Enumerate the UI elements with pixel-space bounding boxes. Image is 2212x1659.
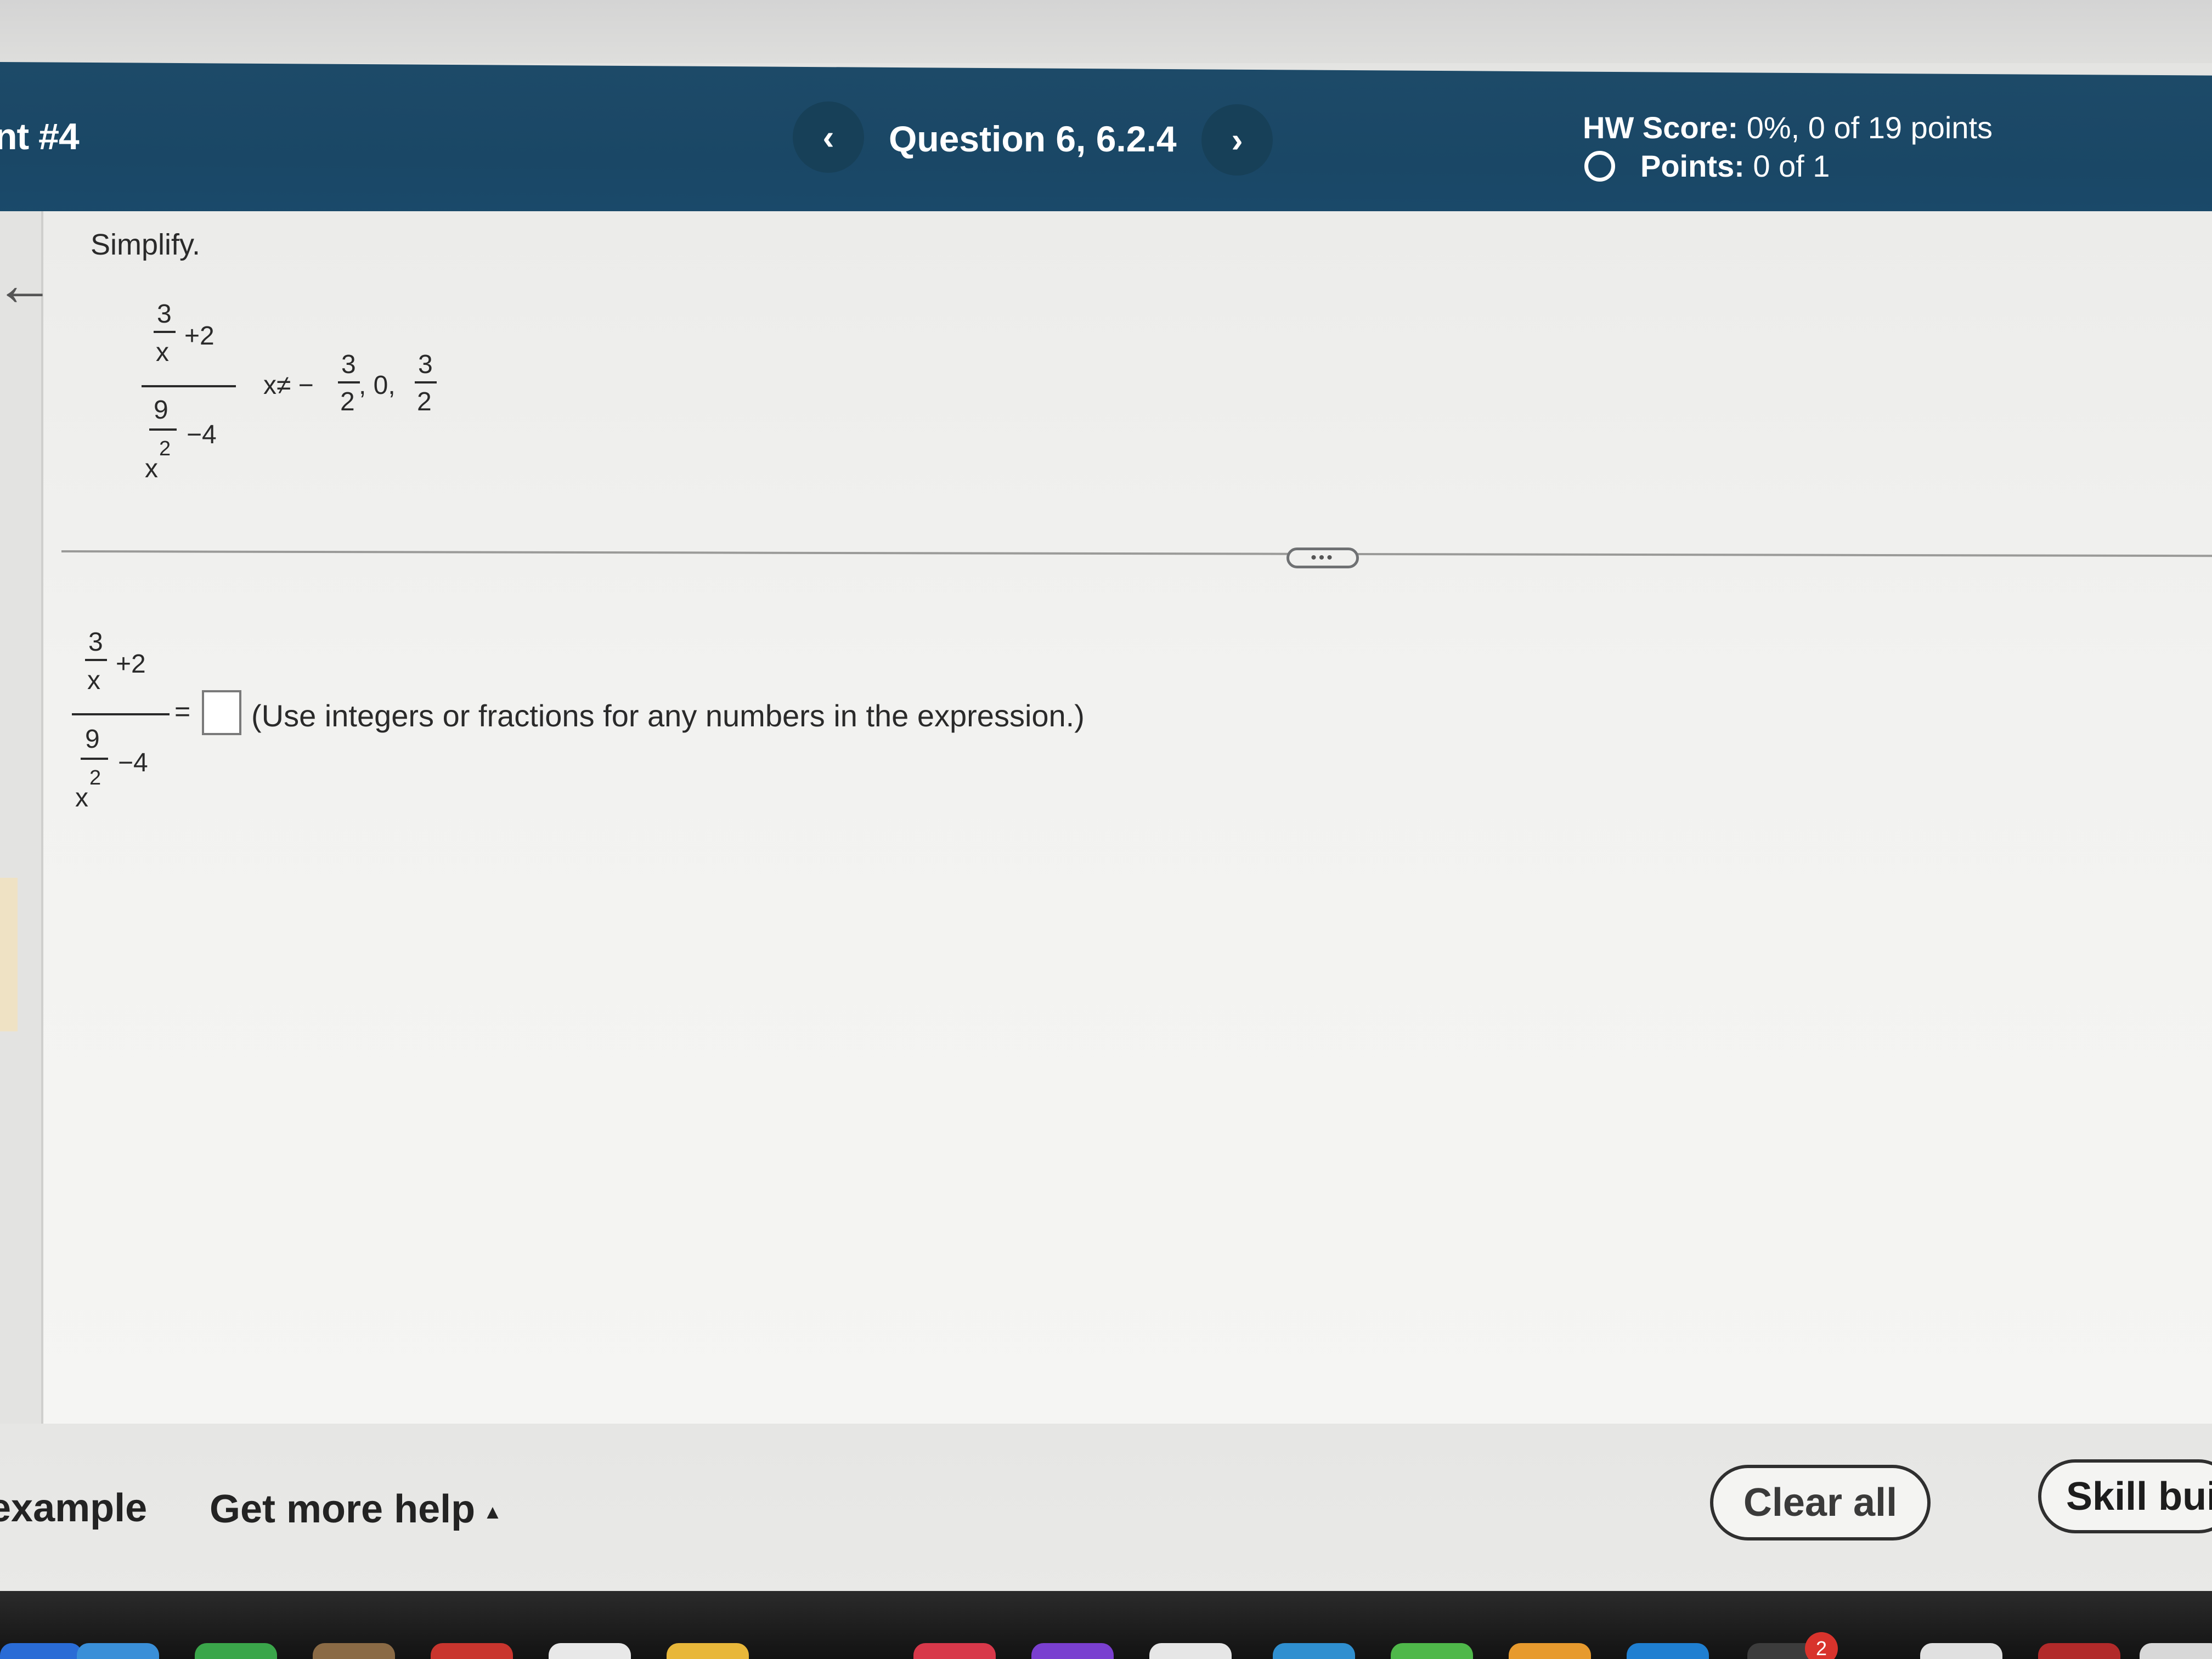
- dock-app-icon[interactable]: [1627, 1643, 1709, 1659]
- side-tab: [0, 878, 18, 1031]
- chevron-right-icon: ›: [1231, 120, 1243, 160]
- answer-num-frac-denominator: x: [87, 666, 100, 695]
- points: Points: 0 of 1: [1640, 148, 1830, 184]
- answer-den-frac-numerator: 9: [85, 725, 100, 754]
- resize-handle[interactable]: •••: [1286, 548, 1359, 568]
- previous-question-button[interactable]: ‹: [793, 101, 864, 173]
- dock-app-icon[interactable]: [431, 1643, 513, 1659]
- restriction-frac1-numerator: 3: [341, 350, 356, 379]
- points-status-circle-icon: [1584, 151, 1615, 182]
- den-frac-bar: [149, 428, 177, 431]
- answer-den-frac-denominator: x: [75, 783, 88, 812]
- num-plus-term: +2: [184, 321, 215, 351]
- view-example-link[interactable]: example: [0, 1486, 147, 1531]
- points-label: Points:: [1640, 149, 1745, 183]
- dock-app-icon[interactable]: [1031, 1643, 1114, 1659]
- answer-num-frac-numerator: 3: [88, 628, 103, 657]
- screen: nt #4 ‹ Question 6, 6.2.4 › HW Score: 0%…: [0, 0, 2212, 1659]
- answer-den-frac-bar: [81, 758, 108, 760]
- next-question-button[interactable]: ›: [1201, 104, 1273, 176]
- den-frac-denominator: x: [145, 454, 158, 483]
- monitor-top-bezel: [0, 0, 2212, 63]
- den-exponent: 2: [159, 437, 171, 460]
- restriction-frac2-bar: [415, 381, 437, 383]
- answer-den-minus-term: −4: [118, 748, 148, 777]
- dock-app-icon[interactable]: [1273, 1643, 1355, 1659]
- equals-sign: =: [174, 696, 191, 727]
- caret-up-icon: ▲: [483, 1500, 503, 1523]
- clear-all-button[interactable]: Clear all: [1710, 1465, 1931, 1541]
- hw-score: HW Score: 0%, 0 of 19 points: [1583, 110, 1993, 145]
- num-frac-denominator: x: [156, 338, 169, 367]
- answer-hint: (Use integers or fractions for any numbe…: [251, 698, 1085, 733]
- dock-app-icon[interactable]: [1509, 1643, 1591, 1659]
- dock-app-icon[interactable]: [77, 1643, 159, 1659]
- assignment-title[interactable]: nt #4: [0, 115, 80, 158]
- num-frac-numerator: 3: [157, 300, 172, 329]
- dock-app-icon[interactable]: [1920, 1643, 2002, 1659]
- restriction-frac2-denominator: 2: [417, 387, 432, 416]
- dock-app-icon[interactable]: [1391, 1643, 1473, 1659]
- dock-app-icon[interactable]: [195, 1643, 277, 1659]
- restriction-mid: , 0,: [359, 371, 396, 400]
- dock-app-icon[interactable]: [549, 1643, 631, 1659]
- hw-score-label: HW Score:: [1583, 110, 1739, 145]
- restriction-prefix: x≠ −: [263, 371, 314, 400]
- answer-num-frac-bar: [85, 659, 107, 661]
- skill-builder-button[interactable]: Skill buil: [2038, 1459, 2212, 1533]
- den-minus-term: −4: [187, 420, 217, 449]
- answer-input[interactable]: [202, 690, 241, 735]
- dock-app-icon[interactable]: [913, 1643, 996, 1659]
- dock-app-icon[interactable]: [667, 1643, 749, 1659]
- question-expression: 3 x +2 9 x 2 −4 x≠ − 3 2 , 0, 3 2: [137, 299, 466, 486]
- den-frac-numerator: 9: [154, 396, 168, 425]
- answer-num-plus-term: +2: [116, 650, 146, 679]
- question-title[interactable]: Question 6, 6.2.4: [889, 118, 1177, 160]
- dock-app-icon[interactable]: [2038, 1643, 2120, 1659]
- restriction-frac2-numerator: 3: [418, 350, 433, 379]
- points-value: 0 of 1: [1753, 149, 1830, 183]
- answer-den-exponent: 2: [89, 766, 101, 789]
- restriction-frac1-bar: [338, 381, 360, 383]
- answer-main-fraction-bar: [72, 713, 170, 715]
- get-more-help-button[interactable]: Get more help ▲: [210, 1487, 503, 1532]
- left-gutter: [0, 211, 41, 1424]
- question-instruction: Simplify.: [91, 228, 201, 261]
- get-more-help-label: Get more help: [210, 1487, 476, 1531]
- main-fraction-bar: [142, 385, 236, 387]
- dock-app-icon[interactable]: [313, 1643, 395, 1659]
- hw-score-value: 0%, 0 of 19 points: [1746, 110, 1993, 145]
- dock-app-icon[interactable]: [2140, 1643, 2212, 1659]
- dock-app-icon[interactable]: [0, 1643, 82, 1659]
- dock-app-icon[interactable]: [1149, 1643, 1232, 1659]
- arrow-left-icon[interactable]: ←: [0, 250, 55, 319]
- restriction-frac1-denominator: 2: [340, 387, 355, 416]
- num-frac-bar: [154, 331, 176, 333]
- chevron-left-icon: ‹: [822, 117, 834, 157]
